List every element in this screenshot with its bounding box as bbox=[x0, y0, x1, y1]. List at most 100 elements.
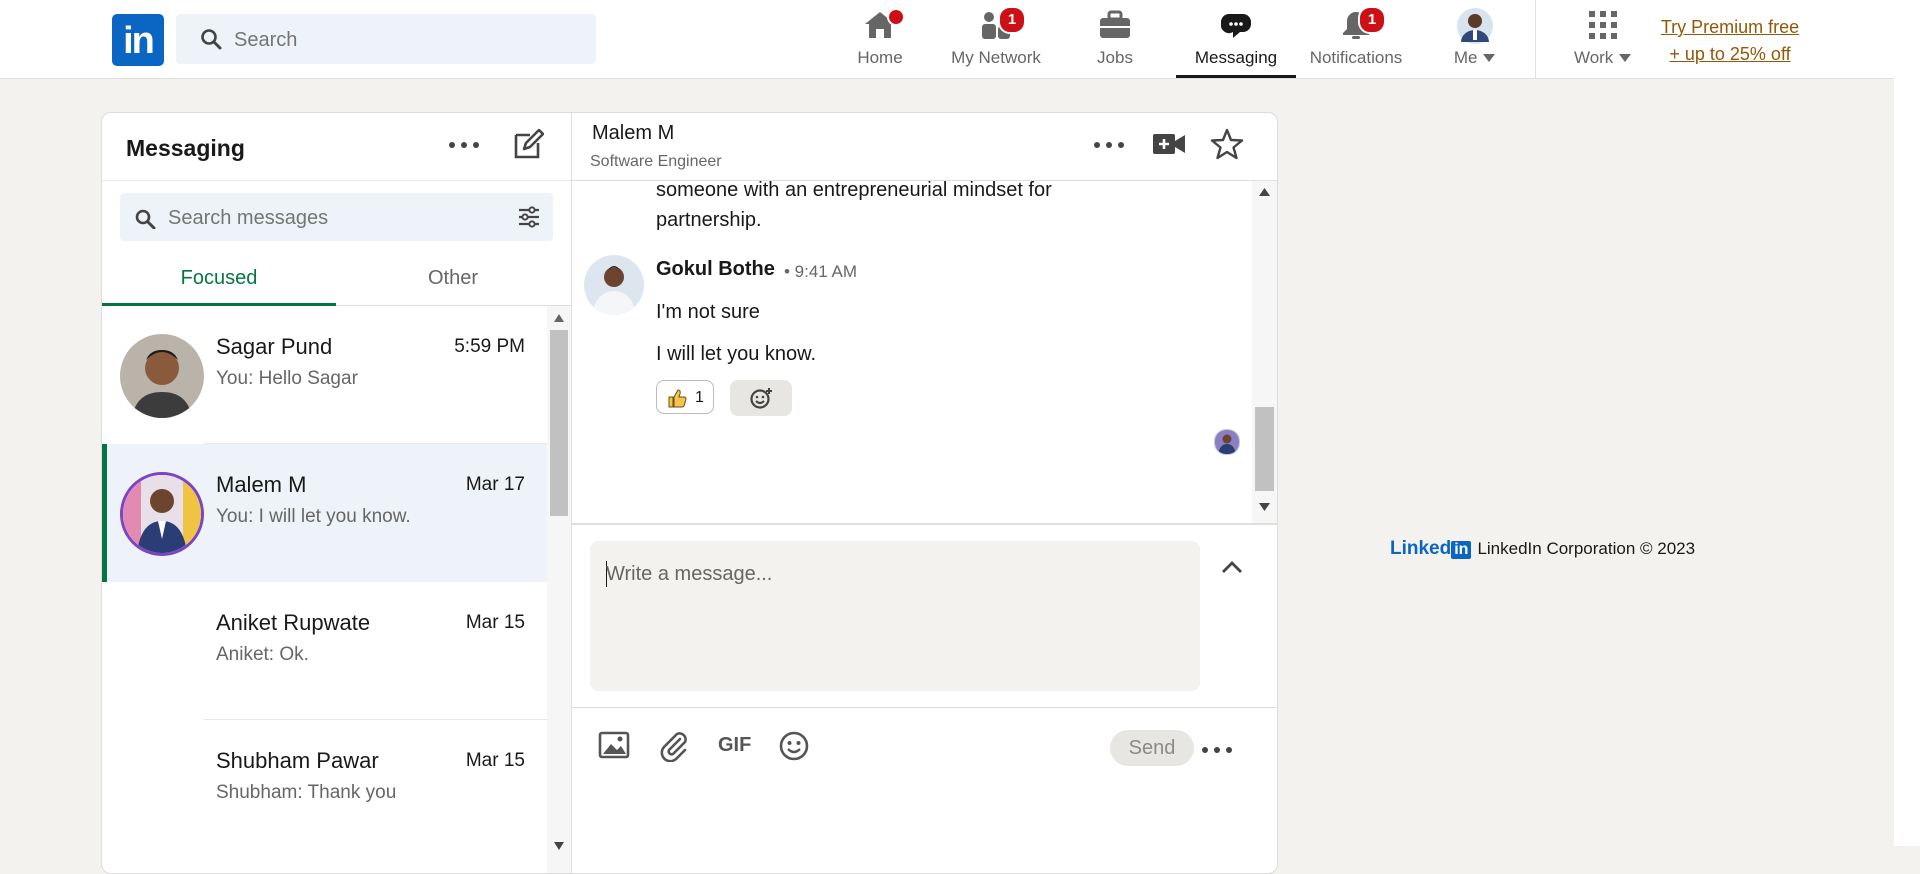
nav-notifications[interactable]: 1 Notifications bbox=[1302, 0, 1410, 78]
message-input[interactable]: Write a message... bbox=[590, 541, 1200, 691]
conversation-list-pane: Messaging Focused Other bbox=[102, 113, 572, 873]
notifications-badge: 1 bbox=[1358, 6, 1386, 34]
nav-divider bbox=[1535, 0, 1536, 78]
nav-my-network-label: My Network bbox=[951, 48, 1041, 67]
star-icon[interactable] bbox=[1210, 127, 1244, 166]
footer-logo-text: Linked bbox=[1390, 538, 1452, 559]
nav-me[interactable]: Me bbox=[1420, 0, 1530, 78]
global-search[interactable] bbox=[176, 14, 596, 66]
scroll-up-arrow-icon[interactable] bbox=[554, 314, 564, 322]
message-text: I will let you know. bbox=[656, 343, 817, 365]
nav-me-label: Me bbox=[1420, 48, 1530, 68]
me-avatar bbox=[1457, 8, 1493, 49]
chevron-down-icon bbox=[1619, 54, 1632, 62]
messaging-header: Messaging bbox=[102, 113, 571, 181]
grid-icon bbox=[1588, 10, 1618, 45]
thread-contact-name[interactable]: Malem M bbox=[592, 122, 674, 145]
conversation-preview: You: I will let you know. bbox=[216, 506, 411, 527]
nav-jobs[interactable]: Jobs bbox=[1075, 0, 1155, 78]
try-premium-link[interactable]: Try Premium free + up to 25% off bbox=[1650, 14, 1810, 68]
message-thread: someone with an entrepreneurial mindset … bbox=[572, 181, 1252, 523]
thread-pane: Malem M Software Engineer someone with a… bbox=[572, 113, 1277, 873]
avatar[interactable] bbox=[584, 255, 644, 315]
message-search-input[interactable] bbox=[166, 193, 500, 243]
nav-home[interactable]: Home bbox=[840, 0, 920, 78]
page-scrollbar[interactable] bbox=[1894, 0, 1920, 846]
conversation-item[interactable]: Shubham Pawar Mar 15 Shubham: Thank you bbox=[102, 720, 547, 858]
send-button[interactable]: Send bbox=[1110, 730, 1194, 766]
footer-copyright: LinkedIn Corporation © 2023 bbox=[1477, 539, 1696, 558]
messaging-icon bbox=[1219, 10, 1253, 45]
conversation-time: Mar 17 bbox=[465, 474, 525, 495]
avatar bbox=[120, 334, 204, 418]
more-options-icon[interactable] bbox=[1092, 133, 1126, 162]
nav-messaging-label: Messaging bbox=[1194, 48, 1278, 67]
attachment-icon[interactable] bbox=[658, 730, 690, 767]
message-time: • 9:41 AM bbox=[784, 262, 858, 281]
add-emoji-icon bbox=[750, 388, 772, 409]
conversation-preview: Aniket: Ok. bbox=[216, 644, 309, 665]
more-options-icon[interactable] bbox=[1200, 738, 1234, 767]
message-tabs: Focused Other bbox=[102, 253, 571, 306]
add-reaction-button[interactable] bbox=[730, 380, 792, 416]
conversation-name: Sagar Pund bbox=[216, 334, 333, 359]
nav-messaging[interactable]: Messaging bbox=[1176, 0, 1296, 78]
conversation-name: Shubham Pawar bbox=[216, 748, 379, 773]
emoji-icon[interactable] bbox=[778, 730, 810, 767]
message-search[interactable] bbox=[120, 193, 553, 243]
search-icon bbox=[134, 207, 156, 234]
tab-focused[interactable]: Focused bbox=[102, 253, 336, 306]
scroll-down-arrow-icon[interactable] bbox=[1259, 503, 1270, 511]
avatar bbox=[120, 472, 204, 556]
messaging-title: Messaging bbox=[126, 135, 245, 161]
previous-message-line-1: someone with an entrepreneurial mindset … bbox=[656, 181, 1052, 201]
conversation-preview: Shubham: Thank you bbox=[216, 782, 397, 803]
home-badge-dot bbox=[887, 8, 905, 26]
filter-icon[interactable] bbox=[517, 205, 541, 234]
conversation-time: Mar 15 bbox=[465, 612, 525, 633]
scrollbar-thumb[interactable] bbox=[1255, 407, 1274, 491]
conversation-name: Malem M bbox=[216, 472, 307, 497]
thread-header: Malem M Software Engineer bbox=[572, 113, 1277, 181]
nav-my-network[interactable]: 1 My Network bbox=[942, 0, 1050, 78]
scroll-up-arrow-icon[interactable] bbox=[1259, 188, 1270, 196]
conversation-list: Sagar Pund 5:59 PM You: Hello Sagar Male… bbox=[102, 306, 547, 873]
video-call-icon[interactable] bbox=[1152, 130, 1186, 163]
footer-logo-in: in bbox=[1451, 541, 1472, 559]
conversation-item[interactable]: Aniket Rupwate Mar 15 Aniket: Ok. bbox=[102, 582, 547, 720]
reaction-like[interactable]: 1 bbox=[656, 380, 714, 414]
linkedin-logo[interactable]: in bbox=[112, 14, 164, 66]
gif-button[interactable]: GIF bbox=[718, 734, 751, 757]
compose-message-icon[interactable] bbox=[512, 128, 545, 166]
nav-work-text: Work bbox=[1573, 48, 1614, 67]
message-input-placeholder: Write a message... bbox=[606, 563, 773, 585]
conversation-time: 5:59 PM bbox=[454, 336, 525, 357]
global-nav: in Home 1 My Network Jobs Messaging bbox=[0, 0, 1894, 79]
conversation-scrollbar[interactable] bbox=[547, 306, 571, 873]
search-icon bbox=[200, 28, 222, 55]
global-search-input[interactable] bbox=[232, 14, 576, 66]
footer: Linked in LinkedIn Corporation © 2023 bbox=[1390, 538, 1695, 560]
chevron-up-icon[interactable] bbox=[1220, 559, 1244, 580]
conversation-item-selected[interactable]: Malem M Mar 17 You: I will let you know. bbox=[102, 444, 547, 582]
nav-home-label: Home bbox=[857, 48, 903, 67]
scroll-down-arrow-icon[interactable] bbox=[554, 842, 564, 850]
my-network-badge: 1 bbox=[998, 6, 1026, 34]
more-options-icon[interactable] bbox=[447, 133, 481, 162]
nav-work-label: Work bbox=[1560, 48, 1646, 68]
compose-area: Write a message... bbox=[572, 523, 1277, 715]
compose-toolbar: GIF Send bbox=[572, 707, 1277, 788]
conversation-preview: You: Hello Sagar bbox=[216, 368, 358, 389]
nav-work[interactable]: Work bbox=[1560, 0, 1646, 78]
conversation-item[interactable]: Sagar Pund 5:59 PM You: Hello Sagar bbox=[102, 306, 547, 444]
premium-line-2: + up to 25% off bbox=[1669, 44, 1791, 64]
nav-jobs-label: Jobs bbox=[1097, 48, 1133, 67]
previous-message-text: someone with an entrepreneurial mindset … bbox=[656, 181, 1052, 235]
tab-other[interactable]: Other bbox=[336, 253, 570, 305]
message-sender[interactable]: Gokul Bothe bbox=[656, 258, 775, 281]
reaction-count: 1 bbox=[695, 389, 704, 406]
scrollbar-thumb[interactable] bbox=[550, 330, 568, 516]
image-icon[interactable] bbox=[598, 730, 630, 765]
message-text: I'm not sure bbox=[656, 301, 760, 323]
thread-scrollbar[interactable] bbox=[1252, 181, 1277, 523]
